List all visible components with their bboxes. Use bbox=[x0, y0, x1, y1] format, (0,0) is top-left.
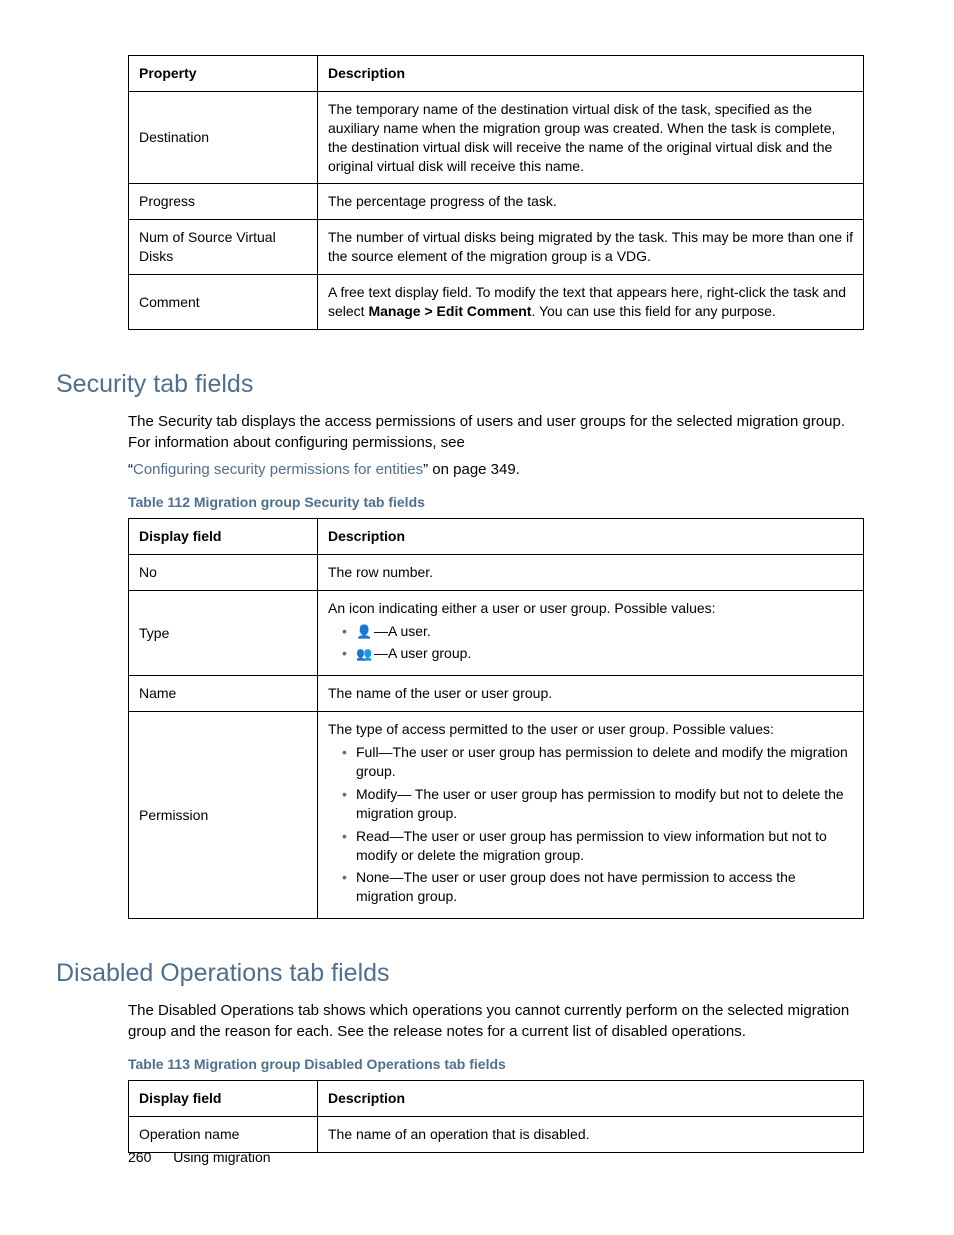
cell-property: Progress bbox=[129, 184, 318, 220]
link-configuring-security[interactable]: Configuring security permissions for ent… bbox=[133, 461, 423, 478]
header-description: Description bbox=[318, 518, 864, 554]
comment-desc-post: . You can use this field for any purpose… bbox=[531, 303, 775, 319]
cell-property: Num of Source Virtual Disks bbox=[129, 220, 318, 275]
cell-description: An icon indicating either a user or user… bbox=[318, 590, 864, 676]
cell-description: The type of access permitted to the user… bbox=[318, 712, 864, 919]
list-item: Full—The user or user group has permissi… bbox=[342, 743, 853, 781]
cell-property: Destination bbox=[129, 91, 318, 184]
caption-table-112: Table 112 Migration group Security tab f… bbox=[128, 494, 864, 510]
security-link-line: “Configuring security permissions for en… bbox=[128, 459, 864, 480]
table-row: Comment A free text display field. To mo… bbox=[129, 275, 864, 330]
permission-intro: The type of access permitted to the user… bbox=[328, 721, 774, 737]
table-row: Permission The type of access permitted … bbox=[129, 712, 864, 919]
table-security: Display field Description No The row num… bbox=[128, 518, 864, 919]
cell-description: A free text display field. To modify the… bbox=[318, 275, 864, 330]
heading-disabled-ops: Disabled Operations tab fields bbox=[56, 959, 864, 988]
user-icon: 👤 bbox=[356, 623, 374, 641]
header-property: Property bbox=[129, 56, 318, 92]
table-row: Num of Source Virtual Disks The number o… bbox=[129, 220, 864, 275]
cell-field: Name bbox=[129, 676, 318, 712]
page-footer: 260 Using migration bbox=[128, 1149, 271, 1165]
list-item: Modify— The user or user group has permi… bbox=[342, 785, 853, 823]
comment-desc-bold: Manage > Edit Comment bbox=[368, 303, 531, 319]
table-properties: Property Description Destination The tem… bbox=[128, 55, 864, 330]
list-item: None—The user or user group does not hav… bbox=[342, 868, 853, 906]
heading-security: Security tab fields bbox=[56, 370, 864, 399]
cell-description: The temporary name of the destination vi… bbox=[318, 91, 864, 184]
table-row: Display field Description bbox=[129, 518, 864, 554]
table-row: Name The name of the user or user group. bbox=[129, 676, 864, 712]
type-intro: An icon indicating either a user or user… bbox=[328, 600, 716, 616]
header-display-field: Display field bbox=[129, 1081, 318, 1117]
type-list: 👤—A user. 👥—A user group. bbox=[328, 622, 853, 664]
security-intro: The Security tab displays the access per… bbox=[128, 411, 864, 453]
table-disabled-ops: Display field Description Operation name… bbox=[128, 1080, 864, 1153]
cell-field: Type bbox=[129, 590, 318, 676]
list-item: 👤—A user. bbox=[342, 622, 853, 641]
page-container: Property Description Destination The tem… bbox=[0, 0, 954, 1235]
table-row: Destination The temporary name of the de… bbox=[129, 91, 864, 184]
cell-description: The percentage progress of the task. bbox=[318, 184, 864, 220]
permission-list: Full—The user or user group has permissi… bbox=[328, 743, 853, 906]
cell-field: No bbox=[129, 554, 318, 590]
header-description: Description bbox=[318, 1081, 864, 1117]
section-name: Using migration bbox=[173, 1149, 270, 1165]
table-row: Operation name The name of an operation … bbox=[129, 1117, 864, 1153]
caption-table-113: Table 113 Migration group Disabled Opera… bbox=[128, 1056, 864, 1072]
cell-field: Operation name bbox=[129, 1117, 318, 1153]
cell-field: Permission bbox=[129, 712, 318, 919]
cell-description: The number of virtual disks being migrat… bbox=[318, 220, 864, 275]
type-group: —A user group. bbox=[374, 645, 471, 661]
cell-description: The name of an operation that is disable… bbox=[318, 1117, 864, 1153]
cell-property: Comment bbox=[129, 275, 318, 330]
list-item: 👥—A user group. bbox=[342, 644, 853, 663]
page-number: 260 bbox=[128, 1149, 151, 1165]
table-row: Progress The percentage progress of the … bbox=[129, 184, 864, 220]
type-user: —A user. bbox=[374, 623, 431, 639]
disabled-intro: The Disabled Operations tab shows which … bbox=[128, 1000, 864, 1042]
table-row: Property Description bbox=[129, 56, 864, 92]
list-item: Read—The user or user group has permissi… bbox=[342, 827, 853, 865]
cell-description: The row number. bbox=[318, 554, 864, 590]
table-row: Display field Description bbox=[129, 1081, 864, 1117]
header-description: Description bbox=[318, 56, 864, 92]
table-row: No The row number. bbox=[129, 554, 864, 590]
cell-description: The name of the user or user group. bbox=[318, 676, 864, 712]
header-display-field: Display field bbox=[129, 518, 318, 554]
user-group-icon: 👥 bbox=[356, 645, 374, 663]
link-suffix: ” on page 349. bbox=[423, 461, 520, 478]
table-row: Type An icon indicating either a user or… bbox=[129, 590, 864, 676]
